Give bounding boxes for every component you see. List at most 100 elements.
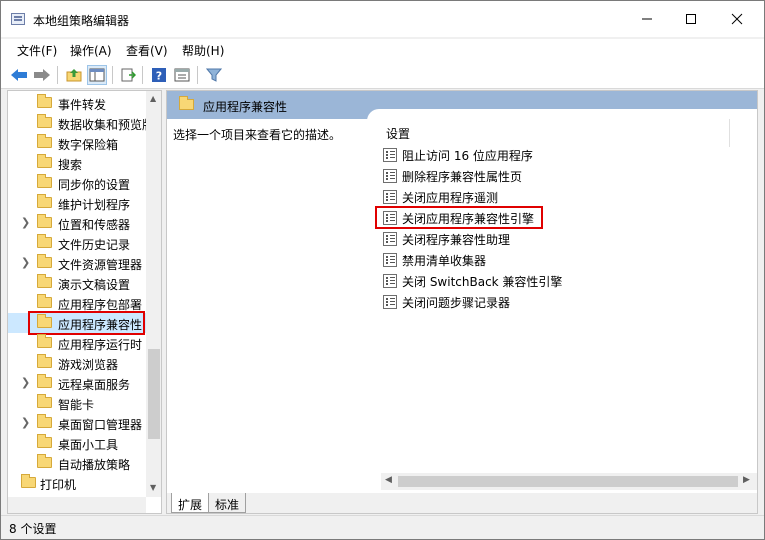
tree-item[interactable]: 桌面小工具 xyxy=(8,433,148,453)
tree-pane[interactable]: 事件转发 数据收集和预览版 数字保险箱 搜索 同步你的设置 维护计划程序 ❯ 位… xyxy=(7,90,162,514)
back-icon[interactable] xyxy=(9,65,29,85)
filter-icon[interactable] xyxy=(204,65,224,85)
tree-item-label: 桌面窗口管理器 xyxy=(58,418,143,432)
setting-label: 关闭应用程序遥测 xyxy=(402,191,499,205)
folder-icon xyxy=(37,214,52,228)
chevron-right-icon[interactable]: ❯ xyxy=(21,416,30,429)
menu-help[interactable]: 帮助(H) xyxy=(182,42,224,59)
tree-item[interactable]: 搜索 xyxy=(8,153,148,173)
view-tabs: 扩展 标准 xyxy=(167,493,757,513)
toolbar-separator xyxy=(142,66,143,84)
folder-icon xyxy=(37,274,52,288)
setting-label: 关闭问题步骤记录器 xyxy=(402,296,511,310)
menu-file[interactable]: 文件(F) xyxy=(17,42,57,59)
folder-icon xyxy=(37,294,52,308)
tree-item[interactable]: ❯ 桌面窗口管理器 xyxy=(8,413,148,433)
scroll-right-icon[interactable]: ▶ xyxy=(743,475,750,485)
setting-label: 禁用清单收集器 xyxy=(402,254,487,268)
folder-icon xyxy=(37,334,52,348)
tree-item-root[interactable]: 打印机 xyxy=(8,473,148,493)
folder-icon xyxy=(37,454,52,468)
tree-item-label: 文件历史记录 xyxy=(58,238,131,252)
tree-item[interactable]: 智能卡 xyxy=(8,393,148,413)
toolbar-separator xyxy=(57,66,58,84)
column-divider[interactable] xyxy=(729,119,730,147)
tree-item[interactable]: 数字保险箱 xyxy=(8,133,148,153)
menu-view[interactable]: 查看(V) xyxy=(126,42,168,59)
tree-item[interactable]: ❯ 远程桌面服务 xyxy=(8,373,148,393)
chevron-right-icon[interactable]: ❯ xyxy=(21,256,30,269)
chevron-right-icon[interactable]: ❯ xyxy=(21,376,30,389)
tree-item[interactable]: 文件历史记录 xyxy=(8,233,148,253)
tree-item[interactable]: 维护计划程序 xyxy=(8,193,148,213)
details-pane: 应用程序兼容性 选择一个项目来查看它的描述。 设置 阻止访问 16 位应用程序 … xyxy=(166,90,758,514)
tree-item[interactable]: 演示文稿设置 xyxy=(8,273,148,293)
menu-action[interactable]: 操作(A) xyxy=(70,42,112,59)
tree-item[interactable]: ❯ 位置和传感器 xyxy=(8,213,148,233)
highlight-annotation-box xyxy=(28,311,145,335)
up-folder-icon[interactable] xyxy=(64,65,84,85)
tree-item-label: 文件资源管理器 xyxy=(58,258,143,272)
folder-icon xyxy=(21,474,36,488)
tree-item-label: 搜索 xyxy=(58,158,83,172)
scrollbar-thumb[interactable] xyxy=(148,349,160,439)
folder-icon xyxy=(37,94,52,108)
minimize-button[interactable] xyxy=(624,1,670,37)
setting-label: 删除程序兼容性属性页 xyxy=(402,170,523,184)
folder-icon xyxy=(37,134,52,148)
folder-icon xyxy=(37,374,52,388)
tree-item[interactable]: 应用程序包部署 xyxy=(8,293,148,313)
status-bar: 8 个设置 xyxy=(1,515,764,539)
folder-icon xyxy=(37,254,52,268)
policy-setting-icon xyxy=(383,295,397,309)
forward-icon[interactable] xyxy=(32,65,52,85)
window-title: 本地组策略编辑器 xyxy=(33,14,130,28)
scroll-left-icon[interactable]: ◀ xyxy=(385,475,392,485)
close-button[interactable] xyxy=(714,1,760,37)
chevron-right-icon[interactable]: ❯ xyxy=(21,216,30,229)
folder-icon xyxy=(37,154,52,168)
tree-item-label: 维护计划程序 xyxy=(58,198,131,212)
highlight-annotation-box xyxy=(375,206,543,229)
folder-icon xyxy=(37,414,52,428)
scroll-up-icon[interactable]: ▲ xyxy=(150,94,156,103)
tree-item[interactable]: 游戏浏览器 xyxy=(8,353,148,373)
tree-item[interactable]: ❯ 文件资源管理器 xyxy=(8,253,148,273)
tree-item-label: 数字保险箱 xyxy=(58,138,119,152)
title-bar[interactable]: 本地组策略编辑器 xyxy=(1,1,764,37)
properties-icon[interactable] xyxy=(172,65,192,85)
tree-horizontal-scrollbar[interactable] xyxy=(8,497,146,513)
setting-label: 关闭程序兼容性助理 xyxy=(402,233,511,247)
tree-item-label: 桌面小工具 xyxy=(58,438,119,452)
setting-label: 阻止访问 16 位应用程序 xyxy=(402,149,533,163)
tab-standard[interactable]: 标准 xyxy=(208,493,247,513)
folder-icon xyxy=(37,194,52,208)
tree-item[interactable]: 数据收集和预览版 xyxy=(8,113,154,133)
export-list-icon[interactable] xyxy=(118,65,138,85)
column-header-setting[interactable]: 设置 xyxy=(386,125,410,142)
setting-label: 关闭 SwitchBack 兼容性引擎 xyxy=(402,275,563,289)
tree-item[interactable]: 应用程序运行时 xyxy=(8,333,148,353)
policy-setting-icon xyxy=(383,169,397,183)
tree-vertical-scrollbar[interactable]: ▲ ▼ xyxy=(146,91,161,497)
folder-icon xyxy=(37,354,52,368)
tree-item[interactable]: 同步你的设置 xyxy=(8,173,148,193)
folder-icon xyxy=(37,114,52,128)
help-icon[interactable]: ? xyxy=(149,65,169,85)
scroll-down-icon[interactable]: ▼ xyxy=(150,483,156,492)
maximize-button[interactable] xyxy=(668,1,714,37)
tree-item-label: 远程桌面服务 xyxy=(58,378,131,392)
tab-extended[interactable]: 扩展 xyxy=(171,493,210,513)
scrollbar-thumb[interactable] xyxy=(398,476,738,487)
status-text: 8 个设置 xyxy=(9,522,57,536)
details-horizontal-scrollbar[interactable]: ◀ ▶ xyxy=(381,473,757,490)
show-hide-tree-icon[interactable] xyxy=(87,65,107,85)
folder-icon xyxy=(37,394,52,408)
tree-item[interactable]: 自动播放策略 xyxy=(8,453,148,473)
menu-bar: 文件(F) 操作(A) 查看(V) 帮助(H) xyxy=(1,39,764,61)
tree-item-label: 自动播放策略 xyxy=(58,458,131,472)
toolbar: ? xyxy=(1,61,764,89)
tree-item[interactable]: 事件转发 xyxy=(8,93,148,113)
tree-item-label: 同步你的设置 xyxy=(58,178,131,192)
tree-item-label: 游戏浏览器 xyxy=(58,358,119,372)
